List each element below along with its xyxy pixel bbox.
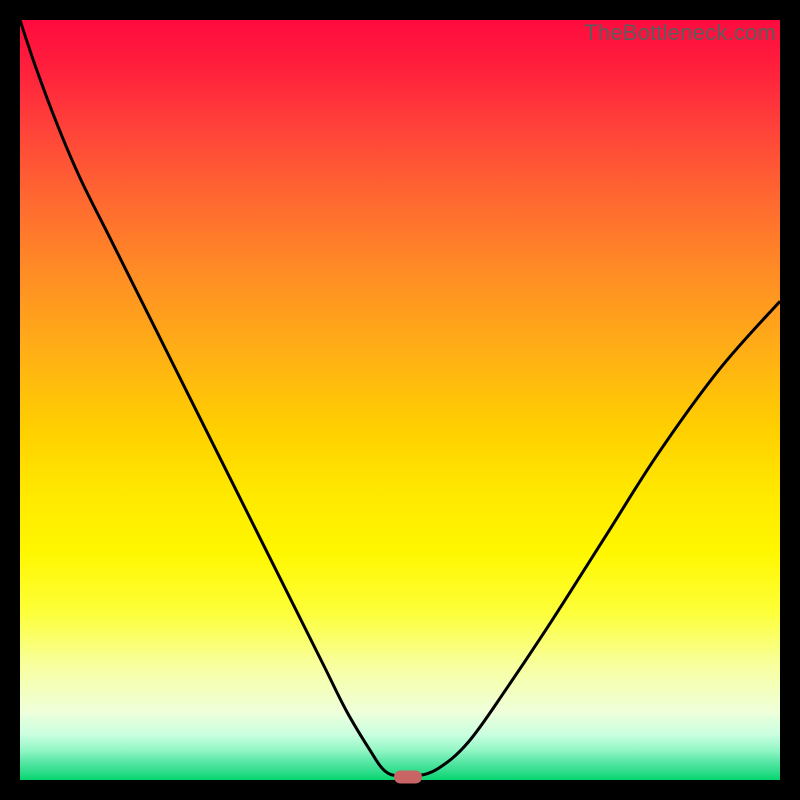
optimal-point-marker (394, 770, 422, 783)
chart-frame: TheBottleneck.com (0, 0, 800, 800)
plot-area: TheBottleneck.com (20, 20, 780, 780)
curve-path (20, 20, 780, 777)
bottleneck-curve (20, 20, 780, 780)
